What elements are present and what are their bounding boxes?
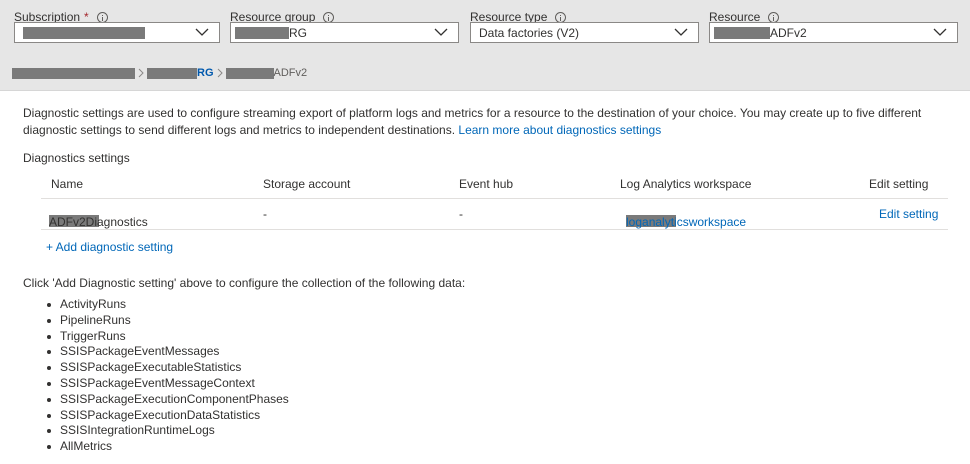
chevron-down-icon — [933, 28, 947, 36]
resource-type-dropdown[interactable]: Data factories (V2) — [470, 22, 699, 43]
collection-list: ActivityRuns PipelineRuns TriggerRuns SS… — [46, 297, 289, 455]
list-item: TriggerRuns — [46, 329, 289, 345]
column-log-analytics: Log Analytics workspace — [620, 177, 752, 191]
storage-account-value: - — [263, 207, 267, 221]
learn-more-link[interactable]: Learn more about diagnostics settings — [458, 123, 661, 137]
info-icon[interactable] — [323, 11, 335, 23]
resource-group-dropdown[interactable]: RG — [230, 22, 459, 43]
column-storage-account: Storage account — [263, 177, 351, 191]
filter-bar: Subscription * Resource group RG Resourc… — [0, 0, 970, 91]
chevron-down-icon — [434, 28, 448, 36]
breadcrumb: RG ADFv2 — [12, 66, 307, 80]
chevron-right-icon — [217, 68, 223, 78]
breadcrumb-resource-group[interactable]: RG — [147, 67, 214, 79]
add-diagnostic-setting-button[interactable]: + Add diagnostic setting — [46, 240, 173, 254]
info-icon[interactable] — [555, 11, 567, 23]
column-name: Name — [51, 177, 84, 191]
info-icon[interactable] — [96, 11, 108, 23]
list-item: SSISPackageExecutionDataStatistics — [46, 408, 289, 424]
info-icon[interactable] — [768, 11, 780, 23]
redacted-subscription — [23, 26, 145, 39]
diagnostic-description: Diagnostic settings are used to configur… — [23, 106, 922, 137]
list-item: SSISPackageEventMessageContext — [46, 376, 289, 392]
chevron-down-icon — [195, 28, 209, 36]
redacted-resource-group — [235, 26, 289, 39]
subscription-dropdown[interactable] — [14, 22, 220, 43]
collection-intro: Click 'Add Diagnostic setting' above to … — [23, 276, 466, 290]
list-item: AllMetrics — [46, 439, 289, 455]
diagnostics-table: Name Storage account Event hub Log Analy… — [41, 172, 948, 230]
column-edit-setting: Edit setting — [869, 177, 929, 191]
column-event-hub: Event hub — [459, 177, 514, 191]
event-hub-value: - — [459, 207, 463, 221]
chevron-right-icon — [138, 68, 144, 78]
diagnostics-settings-title: Diagnostics settings — [23, 151, 130, 165]
resource-dropdown[interactable]: ADFv2 — [709, 22, 958, 43]
table-row: ADFv2Diagnostics - - loganalyticsworkspa… — [41, 198, 948, 230]
list-item: SSISIntegrationRuntimeLogs — [46, 423, 289, 439]
list-item: ActivityRuns — [46, 297, 289, 313]
list-item: SSISPackageEventMessages — [46, 344, 289, 360]
redacted-subscription-crumb[interactable] — [12, 67, 135, 79]
edit-setting-link[interactable]: Edit setting — [879, 207, 938, 221]
chevron-down-icon — [674, 28, 688, 36]
table-header: Name Storage account Event hub Log Analy… — [41, 172, 948, 198]
list-item: SSISPackageExecutableStatistics — [46, 360, 289, 376]
redacted-resource — [714, 26, 770, 39]
list-item: SSISPackageExecutionComponentPhases — [46, 392, 289, 408]
list-item: PipelineRuns — [46, 313, 289, 329]
breadcrumb-resource[interactable]: ADFv2 — [225, 67, 307, 79]
